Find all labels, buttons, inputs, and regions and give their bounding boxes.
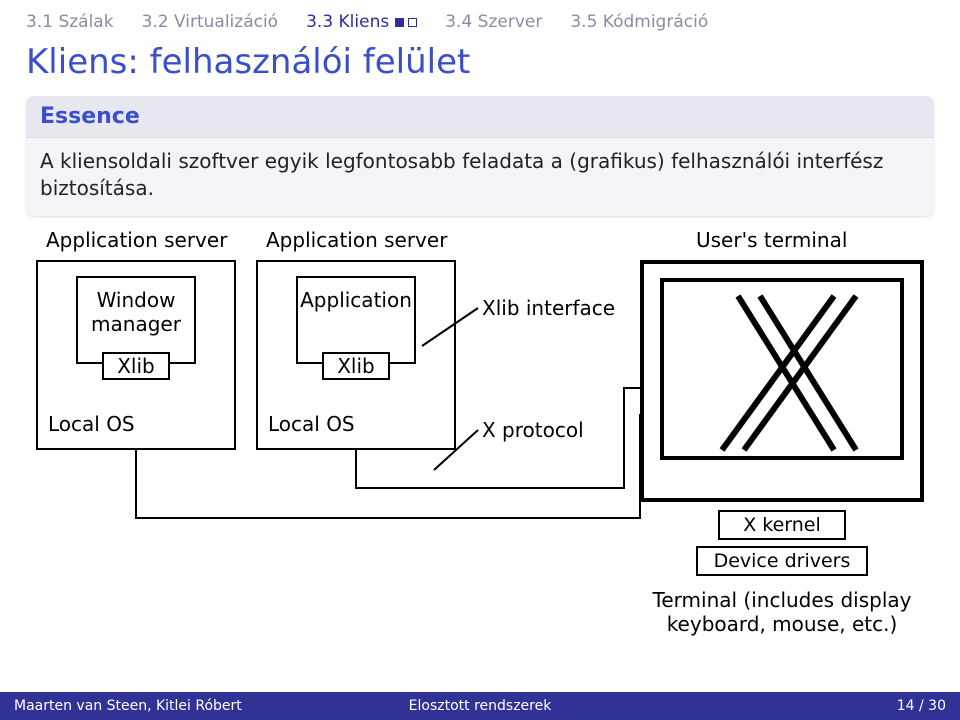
architecture-diagram: Application server Application server Us…: [26, 228, 934, 652]
page-title: Kliens: felhasználói felület: [26, 42, 470, 82]
tab-3-5[interactable]: 3.5 Kódmigráció: [570, 12, 708, 32]
tab-3-3-label: 3.3 Kliens: [306, 12, 389, 32]
essence-box: Essence A kliensoldali szoftver egyik le…: [26, 96, 934, 216]
tab-3-1[interactable]: 3.1 Szálak: [26, 12, 114, 32]
essence-body: A kliensoldali szoftver egyik legfontosa…: [26, 138, 934, 216]
tab-progress-icon: [395, 18, 417, 27]
slide: 3.1 Szálak 3.2 Virtualizáció 3.3 Kliens …: [0, 0, 960, 720]
wires: [26, 228, 934, 652]
footer-title: Elosztott rendszerek: [409, 698, 552, 714]
tab-3-2[interactable]: 3.2 Virtualizáció: [142, 12, 279, 32]
section-tabs: 3.1 Szálak 3.2 Virtualizáció 3.3 Kliens …: [0, 8, 960, 36]
footer-page: 14 / 30: [897, 698, 946, 714]
tab-3-4[interactable]: 3.4 Szerver: [445, 12, 542, 32]
footer: Maarten van Steen, Kitlei Róbert Eloszto…: [0, 692, 960, 720]
essence-heading: Essence: [26, 96, 934, 138]
footer-author: Maarten van Steen, Kitlei Róbert: [14, 698, 242, 714]
tab-3-3[interactable]: 3.3 Kliens: [306, 12, 417, 32]
